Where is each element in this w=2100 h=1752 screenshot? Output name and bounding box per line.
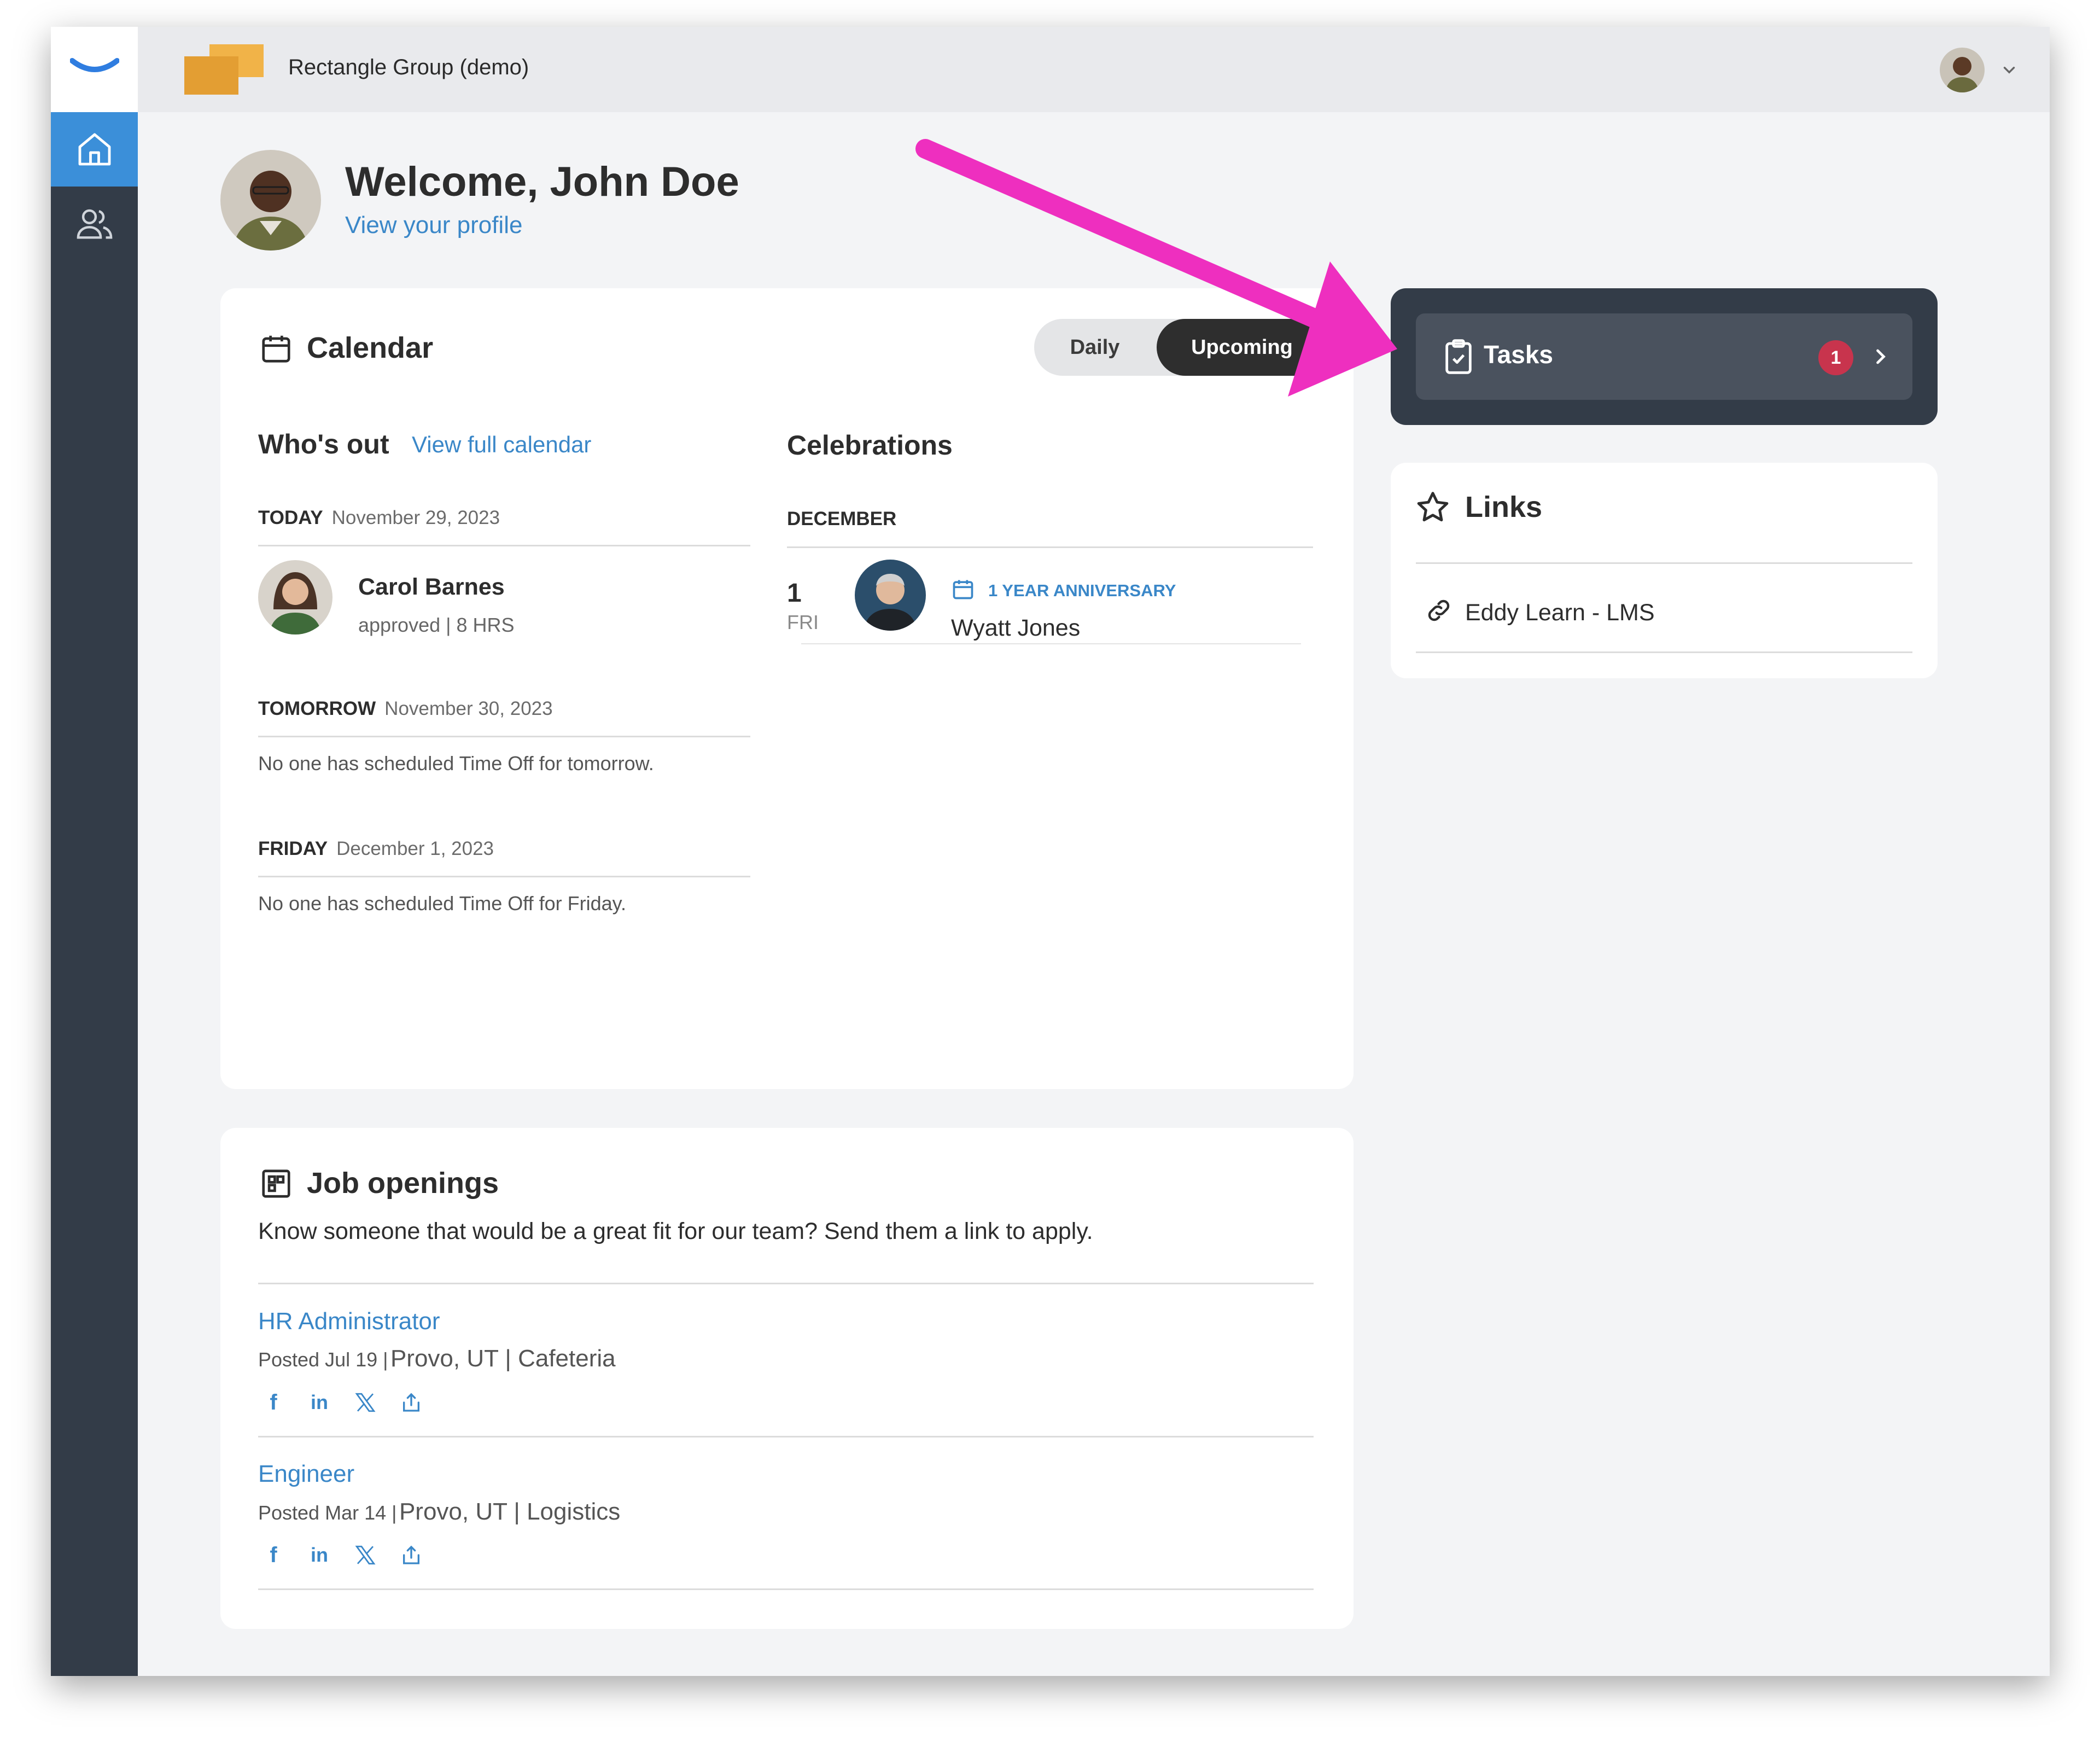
app-logo[interactable]: [51, 27, 138, 112]
app-window: Rectangle Group (demo) Welcome, John Doe…: [51, 27, 2050, 1676]
empty-message: No one has scheduled Time Off for Friday…: [258, 892, 626, 915]
share-icon[interactable]: [398, 1389, 425, 1416]
welcome-title: Welcome, John Doe: [345, 159, 739, 205]
day-header-today: TODAY November 29, 2023: [258, 507, 500, 528]
toggle-upcoming[interactable]: Upcoming: [1157, 319, 1327, 376]
top-bar: Rectangle Group (demo): [138, 27, 2050, 112]
person-name: Wyatt Jones: [951, 615, 1081, 641]
avatar[interactable]: [855, 560, 926, 631]
calendar-icon: [953, 580, 973, 599]
link-label: Eddy Learn - LMS: [1465, 599, 1655, 626]
share-row: f in: [260, 1541, 425, 1569]
user-avatar[interactable]: [1940, 48, 1985, 92]
divider: [258, 1588, 1314, 1590]
divider: [258, 876, 750, 877]
tasks-label: Tasks: [1484, 340, 1554, 369]
share-icon[interactable]: [398, 1541, 425, 1569]
divider: [787, 546, 1313, 548]
calendar-icon: [262, 335, 290, 363]
calendar-view-toggle: Daily Upcoming: [1034, 319, 1327, 376]
calendar-title: Calendar: [307, 331, 434, 364]
facebook-icon[interactable]: f: [260, 1541, 287, 1569]
view-profile-link[interactable]: View your profile: [345, 212, 522, 239]
tasks-card: Tasks 1: [1391, 288, 1938, 425]
divider: [258, 1283, 1314, 1284]
job-openings-title: Job openings: [307, 1167, 499, 1200]
x-twitter-icon[interactable]: [352, 1389, 379, 1416]
facebook-icon[interactable]: f: [260, 1389, 287, 1416]
link-icon: [1428, 599, 1450, 621]
link-item[interactable]: Eddy Learn - LMS: [1416, 579, 1912, 644]
avatar[interactable]: [258, 560, 332, 635]
company-logo: [184, 44, 264, 99]
tasks-button[interactable]: Tasks 1: [1416, 313, 1912, 400]
celebration-weekday: FRI: [787, 611, 819, 633]
day-header-friday: FRIDAY December 1, 2023: [258, 838, 494, 859]
sidebar: [51, 27, 138, 1676]
linkedin-icon[interactable]: in: [306, 1389, 333, 1416]
person-status: approved | 8 HRS: [358, 614, 515, 636]
celebration-type: 1 YEAR ANNIVERSARY: [988, 581, 1176, 600]
divider: [258, 1436, 1314, 1437]
company-name: Rectangle Group (demo): [288, 55, 529, 79]
day-header-tomorrow: TOMORROW November 30, 2023: [258, 698, 553, 719]
links-title: Links: [1465, 491, 1543, 523]
calendar-card: [220, 288, 1354, 1089]
divider: [258, 545, 750, 546]
job-meta: Posted Jul 19 | Provo, UT | Cafeteria: [258, 1345, 616, 1372]
celebrations-title: Celebrations: [787, 430, 953, 461]
x-twitter-icon[interactable]: [352, 1541, 379, 1569]
links-card: Links Eddy Learn - LMS: [1391, 463, 1938, 678]
sidebar-item-home[interactable]: [51, 112, 138, 187]
divider: [1416, 651, 1912, 653]
job-openings-description: Know someone that would be a great fit f…: [258, 1218, 1093, 1244]
celebration-day: 1: [787, 579, 802, 608]
celebrations-month: DECEMBER: [787, 508, 897, 529]
home-icon: [78, 133, 110, 166]
divider: [1416, 562, 1912, 564]
toggle-daily[interactable]: Daily: [1034, 319, 1156, 376]
divider: [258, 736, 750, 737]
linkedin-icon[interactable]: in: [306, 1541, 333, 1569]
whos-out-title: Who's out: [258, 429, 389, 459]
view-full-calendar-link[interactable]: View full calendar: [412, 432, 591, 458]
job-title-link[interactable]: HR Administrator: [258, 1308, 440, 1335]
share-row: f in: [260, 1389, 425, 1416]
job-meta: Posted Mar 14 | Provo, UT | Logistics: [258, 1498, 621, 1525]
chevron-down-icon[interactable]: [2000, 61, 2019, 82]
clipboard-check-icon: [1445, 339, 1472, 374]
job-title-link[interactable]: Engineer: [258, 1460, 354, 1488]
sidebar-item-people[interactable]: [51, 187, 138, 261]
divider: [801, 643, 1301, 644]
chevron-right-icon: [1876, 349, 1886, 364]
welcome-avatar[interactable]: [220, 150, 321, 251]
star-icon: [1417, 492, 1449, 522]
tasks-count-badge: 1: [1818, 340, 1853, 375]
people-icon: [77, 209, 112, 239]
empty-message: No one has scheduled Time Off for tomorr…: [258, 752, 654, 775]
job-board-icon: [262, 1169, 290, 1198]
person-name: Carol Barnes: [358, 574, 505, 600]
